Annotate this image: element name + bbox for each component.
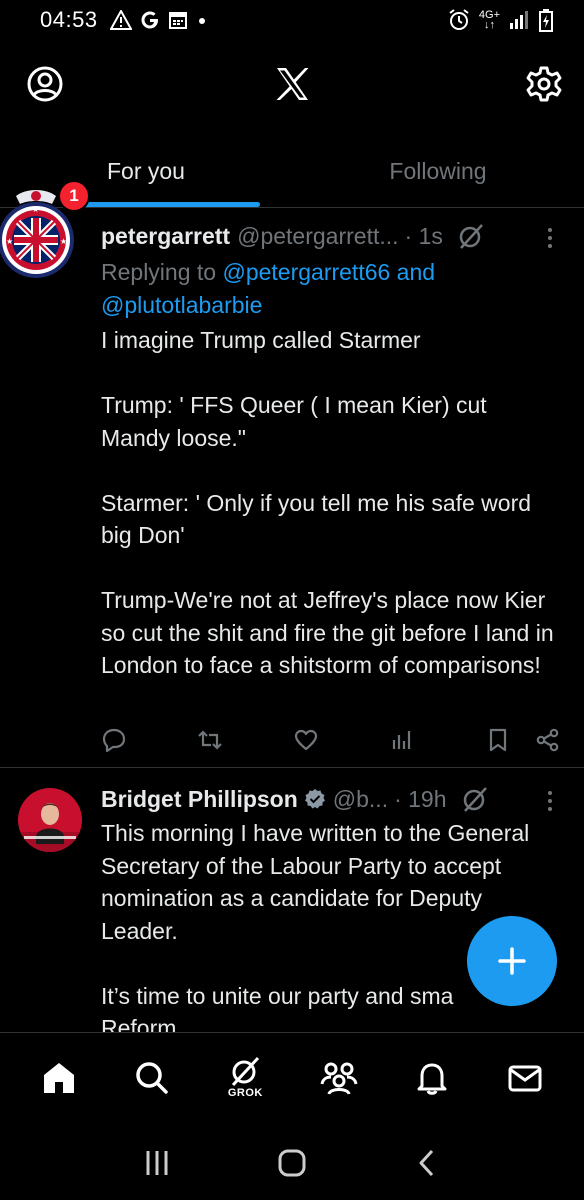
author-handle[interactable]: @petergarrett...: [237, 223, 398, 250]
status-bar: 04:53 4G+ ↓↑: [0, 0, 584, 40]
like-icon[interactable]: [293, 727, 319, 753]
grok-icon: [232, 1056, 260, 1086]
bottom-navigation: GROK: [0, 1032, 584, 1122]
notifications-icon: [417, 1063, 447, 1095]
tweet-header: petergarrett @petergarrett... · 1s: [101, 220, 560, 252]
google-icon: [141, 11, 158, 29]
nav-messages[interactable]: [495, 1048, 555, 1108]
more-options-icon[interactable]: [540, 224, 560, 252]
verified-badge-icon: [304, 789, 325, 809]
svg-text:★: ★: [60, 237, 67, 246]
signal-icon: [510, 11, 528, 29]
mention-link[interactable]: @plutotlabarbie: [101, 292, 262, 318]
tweet-header: Bridget Phillipson @b... · 19h: [101, 783, 560, 815]
messages-icon: [508, 1065, 542, 1091]
tweet-text: I imagine Trump called Starmer Trump: ' …: [101, 327, 554, 678]
reply-icon[interactable]: [101, 727, 127, 753]
tweet-time[interactable]: · 1s: [405, 223, 443, 250]
tweet-actions: [101, 724, 561, 756]
share-icon[interactable]: [535, 727, 561, 753]
warning-icon: [109, 10, 132, 30]
author-name[interactable]: petergarrett: [101, 223, 230, 250]
replying-to: Replying to @petergarrett66 and @plutotla…: [101, 259, 436, 318]
grok-icon[interactable]: [457, 222, 485, 250]
recents-icon: [146, 1150, 168, 1175]
more-options-icon[interactable]: [540, 787, 560, 815]
profile-icon[interactable]: [26, 65, 64, 103]
home-button[interactable]: [272, 1143, 312, 1183]
notification-badge: 1: [58, 180, 90, 212]
calendar-icon: [168, 12, 187, 29]
back-button[interactable]: [407, 1143, 447, 1183]
home-button-icon: [278, 1149, 306, 1176]
mention-link[interactable]: @petergarrett66: [222, 259, 390, 285]
retweet-icon[interactable]: [197, 727, 223, 753]
settings-icon[interactable]: [525, 65, 563, 103]
bookmark-icon[interactable]: [485, 727, 511, 753]
nav-search[interactable]: [122, 1048, 182, 1108]
nav-notifications[interactable]: [402, 1048, 462, 1108]
search-icon: [136, 1061, 168, 1094]
nav-home[interactable]: [29, 1048, 89, 1108]
home-icon: [43, 1062, 74, 1093]
tweet-time[interactable]: · 19h: [394, 786, 446, 813]
avatar[interactable]: [18, 788, 82, 852]
alarm-icon: [449, 9, 469, 30]
nav-grok[interactable]: GROK: [215, 1048, 275, 1108]
author-handle[interactable]: @b...: [333, 786, 388, 813]
status-time: 04:53: [40, 7, 98, 32]
views-icon[interactable]: [389, 727, 415, 753]
svg-text:★: ★: [32, 205, 39, 214]
nav-communities[interactable]: [309, 1048, 369, 1108]
dot-icon: [198, 18, 205, 24]
grok-label: GROK: [227, 1087, 263, 1099]
recents-button[interactable]: [137, 1143, 177, 1183]
top-bar: [0, 55, 584, 115]
author-name[interactable]: Bridget Phillipson: [101, 786, 298, 813]
network-4g-icon: 4G+ ↓↑: [478, 9, 500, 31]
system-navigation: [0, 1125, 584, 1200]
x-logo-icon[interactable]: [273, 65, 311, 103]
back-icon: [419, 1149, 433, 1176]
compose-button[interactable]: [467, 916, 557, 1006]
communities-icon: [320, 1062, 358, 1095]
plus-icon: [498, 947, 526, 975]
tweet[interactable]: ★ ★ ★ 1 petergarrett @petergarrett... · …: [0, 180, 584, 768]
grok-icon[interactable]: [461, 785, 489, 813]
battery-icon: [539, 9, 553, 32]
svg-text:★: ★: [6, 237, 13, 246]
